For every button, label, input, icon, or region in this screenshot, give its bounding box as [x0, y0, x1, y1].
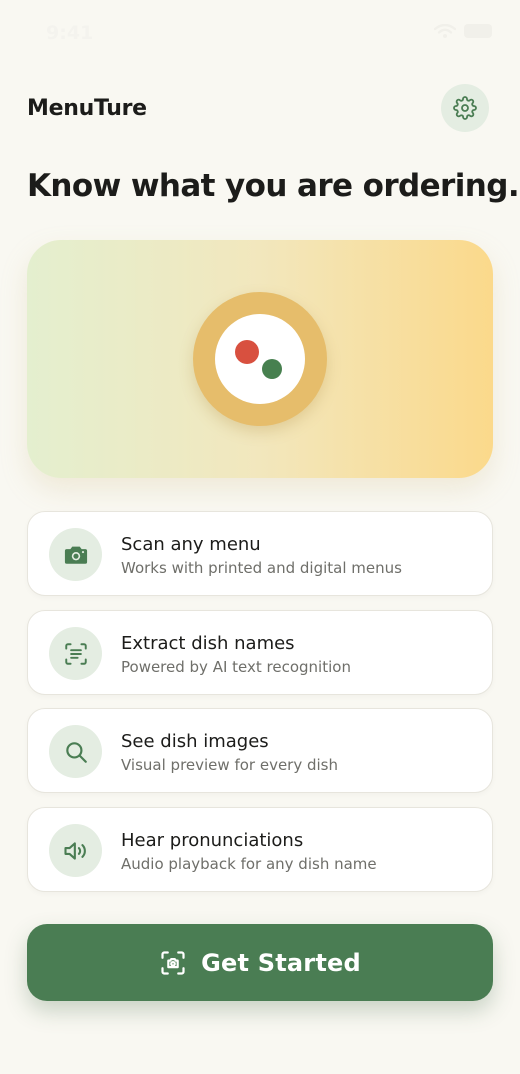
app-title: MenuTure [27, 96, 147, 121]
plate-rim [193, 292, 327, 426]
feature-title: Scan any menu [121, 534, 261, 555]
gear-icon [453, 96, 477, 120]
feature-icon-bg [49, 725, 102, 778]
feature-title: Hear pronunciations [121, 830, 304, 851]
text-scan-icon [64, 642, 87, 665]
feature-subtitle: Powered by AI text recognition [121, 658, 351, 676]
feature-icon-bg [49, 627, 102, 680]
search-icon [65, 741, 87, 763]
wifi-icon [434, 24, 456, 38]
hero-illustration [27, 240, 493, 478]
plate [215, 314, 305, 404]
get-started-button[interactable]: Get Started [27, 924, 493, 1001]
feature-title: Extract dish names [121, 633, 295, 654]
header: MenuTure [27, 84, 489, 134]
feature-icon-bg [49, 824, 102, 877]
status-bar: 9:41 [0, 0, 520, 66]
headline: Know what you are ordering. [27, 168, 520, 204]
feature-subtitle: Audio playback for any dish name [121, 855, 377, 873]
battery-icon [464, 24, 492, 38]
feature-title: See dish images [121, 731, 269, 752]
feature-card-extract: Extract dish names Powered by AI text re… [27, 610, 493, 695]
feature-icon-bg [49, 528, 102, 581]
speaker-icon [63, 841, 86, 860]
feature-subtitle: Works with printed and digital menus [121, 559, 402, 577]
feature-card-images: See dish images Visual preview for every… [27, 708, 493, 793]
status-time: 9:41 [46, 22, 94, 44]
get-started-label: Get Started [201, 948, 361, 977]
green-food-dot [262, 359, 282, 379]
camera-scan-icon [161, 950, 185, 975]
status-icons [434, 24, 492, 38]
feature-card-scan: Scan any menu Works with printed and dig… [27, 511, 493, 596]
feature-card-pronunciation: Hear pronunciations Audio playback for a… [27, 807, 493, 892]
settings-button[interactable] [441, 84, 489, 132]
camera-icon [64, 546, 87, 564]
feature-subtitle: Visual preview for every dish [121, 756, 338, 774]
red-food-dot [235, 340, 259, 364]
